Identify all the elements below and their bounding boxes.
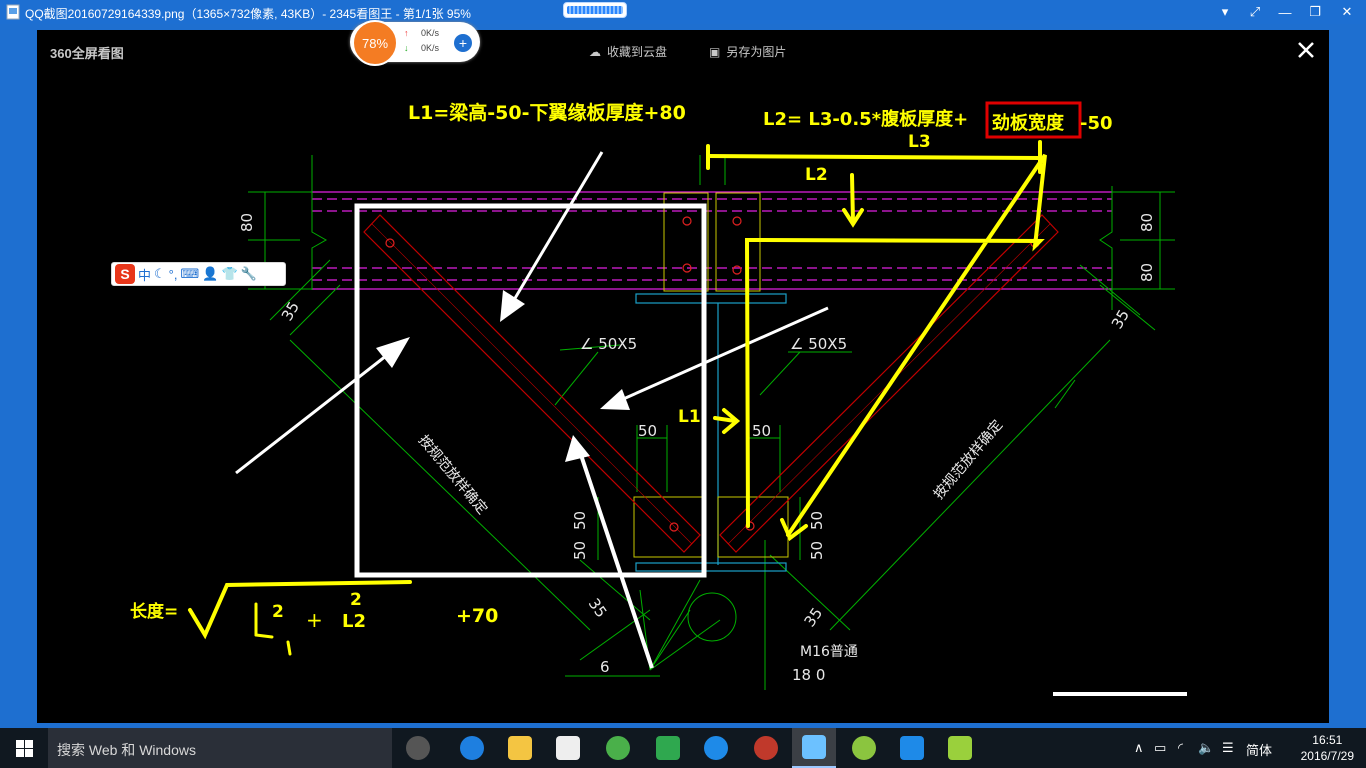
file-explorer-button[interactable] bbox=[498, 728, 542, 768]
speed-percent: 78% bbox=[352, 20, 398, 66]
clock-date: 2016/7/29 bbox=[1300, 749, 1354, 763]
l1-formula: L1=梁高-50-下翼缘板厚度+80 bbox=[408, 101, 686, 124]
start-button[interactable] bbox=[0, 728, 48, 768]
dim-50-left: 50 bbox=[638, 422, 657, 440]
ime-mode[interactable]: 中 bbox=[138, 265, 151, 284]
dim-80-left: 80 bbox=[238, 213, 256, 232]
ime-language[interactable]: 简体 bbox=[1246, 740, 1272, 759]
folder-icon bbox=[508, 736, 532, 760]
app-button-s[interactable] bbox=[694, 728, 738, 768]
app-button-green[interactable] bbox=[596, 728, 640, 768]
square-2: 2 bbox=[350, 590, 362, 610]
accelerate-icon[interactable]: + bbox=[454, 34, 472, 52]
download-speed: ↓ 0K/s bbox=[404, 43, 440, 53]
user-icon[interactable]: 👤 bbox=[202, 266, 218, 282]
clock[interactable]: 16:51 2016/7/29 bbox=[1301, 732, 1354, 764]
blue-plus-icon bbox=[900, 736, 924, 760]
square-1: 2 bbox=[272, 602, 284, 622]
up-arrow-icon: ↑ bbox=[404, 28, 409, 38]
plus-sign: + bbox=[306, 608, 323, 632]
plus-70: +70 bbox=[456, 605, 498, 627]
upload-speed: ↑ 0K/s bbox=[404, 28, 440, 38]
wifi-icon[interactable]: ◜ bbox=[1178, 740, 1183, 756]
dim-50-low-left-a: 50 bbox=[571, 511, 589, 530]
dim-80-right-top: 80 bbox=[1138, 213, 1156, 232]
edge-button[interactable] bbox=[450, 728, 494, 768]
app-button-video[interactable] bbox=[646, 728, 690, 768]
angle-right-label: ∠ 50X5 bbox=[790, 335, 847, 353]
network-speed-widget[interactable]: 78% ↑ 0K/s ↓ 0K/s + bbox=[350, 20, 480, 66]
l2-formula-a: L2= L3-0.5*腹板厚度+ bbox=[763, 108, 968, 130]
angle-left-label: ∠ 50X5 bbox=[580, 335, 637, 353]
s-app-icon bbox=[704, 736, 728, 760]
green-app-icon bbox=[606, 736, 630, 760]
store-icon bbox=[556, 736, 580, 760]
l2-formula-b: -50 bbox=[1080, 113, 1113, 134]
skin-icon[interactable]: 👕 bbox=[221, 266, 237, 282]
battery-icon[interactable]: ▭ bbox=[1154, 740, 1166, 756]
message-icon[interactable]: ☰ bbox=[1222, 740, 1234, 756]
image-viewer-button[interactable] bbox=[792, 728, 836, 768]
dim-180: 18 0 bbox=[792, 666, 825, 684]
video-icon bbox=[656, 736, 680, 760]
down-arrow-icon: ↓ bbox=[404, 43, 409, 53]
s2-app-icon bbox=[754, 736, 778, 760]
taskbar-search[interactable]: 搜索 Web 和 Windows bbox=[48, 728, 392, 768]
dim-6: 6 bbox=[600, 658, 610, 676]
dim-80-right-bottom: 80 bbox=[1138, 263, 1156, 282]
notes-icon bbox=[948, 736, 972, 760]
app-button-plus[interactable] bbox=[842, 728, 886, 768]
dim-50-low-right-a: 50 bbox=[808, 511, 826, 530]
chevron-up-icon[interactable]: ∧ bbox=[1134, 740, 1144, 756]
store-button[interactable] bbox=[546, 728, 590, 768]
image-viewer-icon bbox=[802, 735, 826, 759]
length-label: 长度= bbox=[130, 601, 178, 622]
app-button-notes[interactable] bbox=[938, 728, 982, 768]
punctuation-icon[interactable]: °, bbox=[169, 267, 178, 282]
l2-boxed-term: 劲板宽度 bbox=[992, 112, 1065, 134]
l1-label: L1 bbox=[678, 407, 701, 427]
app-button-blue-plus[interactable] bbox=[890, 728, 934, 768]
cad-drawing: 80 80 80 35 35 ∠ 50X5 ∠ 50X5 50 50 50 50… bbox=[130, 101, 1195, 697]
task-view-button[interactable] bbox=[396, 728, 440, 768]
keyboard-icon[interactable]: ⌨ bbox=[180, 266, 199, 282]
l2-term: L2 bbox=[342, 611, 366, 632]
l2-label: L2 bbox=[805, 165, 828, 185]
windows-icon bbox=[15, 739, 33, 757]
volume-icon[interactable]: 🔈 bbox=[1198, 740, 1214, 756]
system-tray: ∧ ▭ ◜ 🔈 ☰ 简体 16:51 2016/7/29 bbox=[1126, 728, 1366, 768]
edge-icon bbox=[460, 736, 484, 760]
sogou-logo-icon: S bbox=[115, 264, 135, 284]
ime-toolbar[interactable]: S 中 ☾ °, ⌨ 👤 👕 🔧 bbox=[111, 262, 286, 286]
taskbar: 搜索 Web 和 Windows ∧ ▭ ◜ 🔈 ☰ 简体 16:51 2016… bbox=[0, 728, 1366, 768]
dim-50-low-right-b: 50 bbox=[808, 541, 826, 560]
dim-50-right: 50 bbox=[752, 422, 771, 440]
app-button-s2[interactable] bbox=[744, 728, 788, 768]
l3-label: L3 bbox=[908, 132, 931, 152]
dim-50-low-left-b: 50 bbox=[571, 541, 589, 560]
wrench-icon[interactable]: 🔧 bbox=[241, 266, 257, 282]
canvas-scroll-indicator[interactable] bbox=[1053, 692, 1187, 696]
bolt-label: M16普通 bbox=[800, 644, 858, 660]
task-view-icon bbox=[406, 736, 430, 760]
plus-app-icon bbox=[852, 736, 876, 760]
moon-icon[interactable]: ☾ bbox=[154, 266, 166, 282]
clock-time: 16:51 bbox=[1312, 733, 1343, 747]
